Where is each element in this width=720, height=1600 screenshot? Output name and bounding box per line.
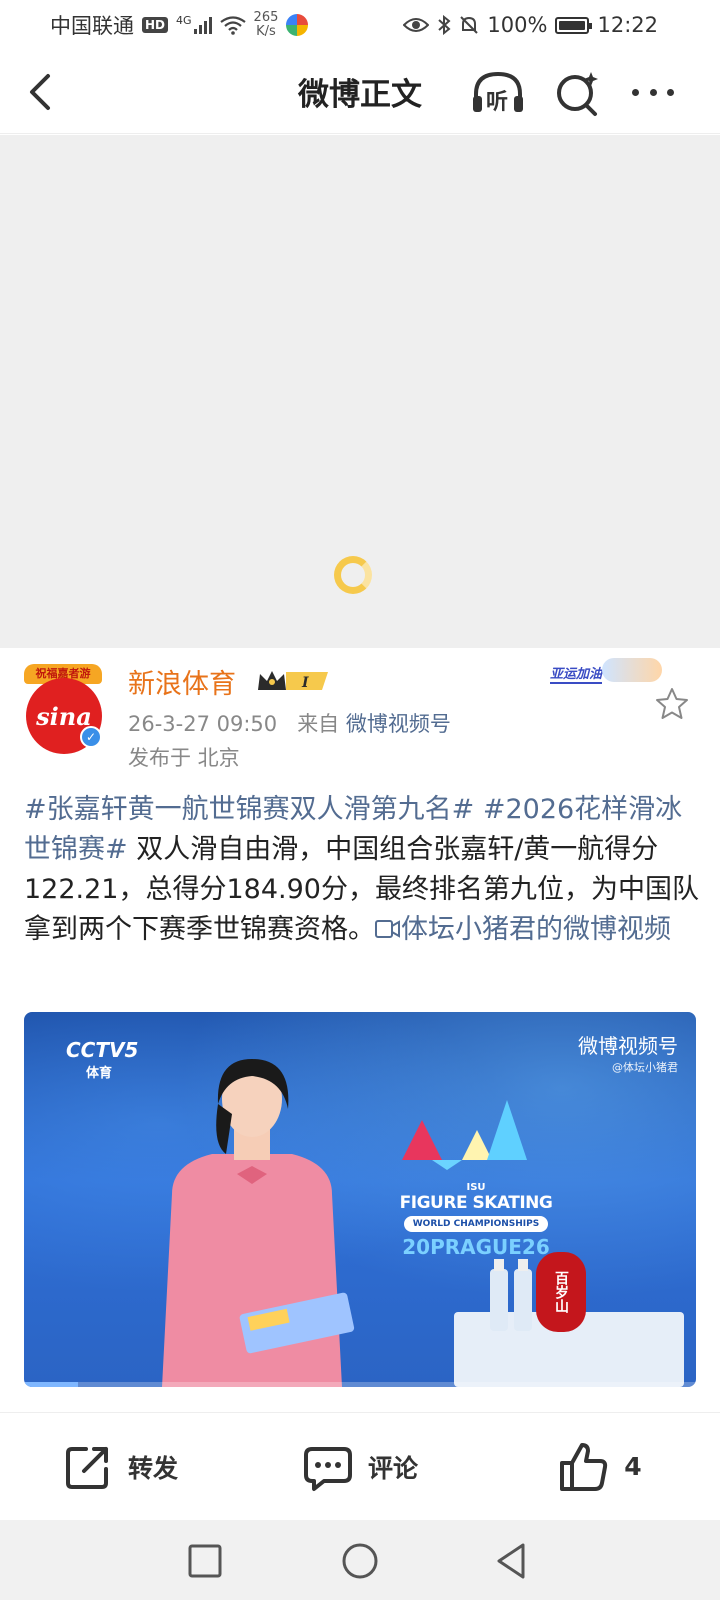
sponsor-logo: 百岁山 xyxy=(536,1252,586,1332)
ai-search-icon[interactable] xyxy=(553,68,601,118)
favorite-star-icon[interactable] xyxy=(654,686,690,722)
more-options-icon[interactable] xyxy=(628,72,678,112)
channel-name: CCTV5 xyxy=(66,1038,139,1062)
network-type: 4G xyxy=(176,14,192,27)
status-left: 中国联通 HD 4G 265 K/s xyxy=(50,10,309,40)
comment-label: 评论 xyxy=(367,1453,418,1483)
recent-apps-icon[interactable] xyxy=(184,1540,226,1582)
topic-link-1[interactable]: #张嘉轩黄一航世锦赛双人滑第九名# xyxy=(24,794,474,825)
video-link[interactable]: 体坛小猪君的微博视频 xyxy=(375,914,671,945)
system-back-icon[interactable] xyxy=(491,1540,533,1582)
badge-decoration xyxy=(602,658,662,682)
comment-button[interactable]: 评论 xyxy=(240,1413,480,1520)
post-meta: 26-3-27 09:50 来自 微博视频号 xyxy=(128,708,451,738)
thumbs-up-icon xyxy=(560,1442,608,1491)
isu-sub: WORLD CHAMPIONSHIPS xyxy=(404,1216,548,1232)
video-progress-bar[interactable] xyxy=(24,1382,696,1387)
signal-icon xyxy=(193,16,212,34)
battery-percent: 100% xyxy=(487,13,548,37)
weibo-video-watermark: 微博视频号 @体坛小猪君 xyxy=(578,1030,678,1075)
post-location: 发布于 北京 xyxy=(128,746,240,770)
watermark-text: 微博视频号 xyxy=(578,1034,678,1058)
cctv5-logo: CCTV5 体育 xyxy=(66,1038,138,1081)
system-nav-bar xyxy=(0,1520,720,1600)
video-camera-icon xyxy=(375,920,400,938)
post-timestamp: 26-3-27 09:50 xyxy=(128,712,278,736)
svg-text:I: I xyxy=(301,675,309,691)
video-progress-fill xyxy=(24,1382,78,1387)
net-speed-value: 265 xyxy=(253,10,279,25)
isu-city: 20PRAGUE26 xyxy=(402,1235,550,1259)
asian-games-badge-text: 亚运加油 xyxy=(550,663,603,684)
isu-title: FIGURE SKATING xyxy=(399,1193,553,1213)
news-anchor-image xyxy=(162,1059,355,1387)
eye-icon xyxy=(403,18,430,32)
share-icon xyxy=(65,1446,108,1489)
video-link-text: 体坛小猪君的微博视频 xyxy=(401,914,671,945)
like-count: 4 xyxy=(624,1452,642,1481)
home-icon[interactable] xyxy=(339,1540,381,1582)
isu-championship-logo: ISU FIGURE SKATING WORLD CHAMPIONSHIPS 2… xyxy=(396,1182,556,1259)
page-title: 微博正文 xyxy=(298,77,422,113)
comment-icon xyxy=(303,1446,352,1491)
carrier-name: 中国联通 xyxy=(50,14,134,38)
vip-crown-icon[interactable]: I xyxy=(256,668,332,694)
net-speed-unit: K/s xyxy=(256,24,276,39)
back-arrow-icon[interactable] xyxy=(22,70,62,114)
watermark-user: @体坛小猪君 xyxy=(612,1061,678,1074)
post-body: #张嘉轩黄一航世锦赛双人滑第九名# #2026花样滑冰世锦赛# 双人滑自由滑，中… xyxy=(24,790,700,950)
bluetooth-icon xyxy=(438,15,451,35)
asian-games-badge: 亚运加油 xyxy=(550,658,662,686)
net-speed: 265 K/s xyxy=(254,11,279,39)
top-nav-bar: 微博正文 听 xyxy=(0,50,720,134)
repost-label: 转发 xyxy=(127,1453,178,1483)
verified-badge-icon: ✓ xyxy=(80,726,102,748)
author-name[interactable]: 新浪体育 xyxy=(128,662,236,701)
source-prefix: 来自 xyxy=(297,712,340,736)
app-notification-icon xyxy=(286,14,309,36)
status-right: 100% 12:22 xyxy=(403,13,658,37)
like-button[interactable]: 4 xyxy=(480,1413,720,1520)
loading-spinner-icon xyxy=(334,556,372,594)
clock: 12:22 xyxy=(597,13,658,37)
post-source[interactable]: 微博视频号 xyxy=(346,712,451,736)
repost-button[interactable]: 转发 xyxy=(0,1413,240,1520)
channel-sub: 体育 xyxy=(86,1066,113,1081)
listen-button[interactable]: 听 xyxy=(470,68,526,118)
status-bar: 中国联通 HD 4G 265 K/s 100% 12:22 xyxy=(0,0,720,50)
listen-label: 听 xyxy=(486,90,509,115)
isu-small: ISU xyxy=(466,1182,486,1193)
post-action-bar: 转发 评论 4 xyxy=(0,1412,720,1520)
video-player[interactable]: CCTV5 体育 微博视频号 @体坛小猪君 ISU FIGURE SKATING W… xyxy=(24,1012,696,1387)
battery-icon xyxy=(555,16,593,34)
hd-badge: HD xyxy=(142,17,169,33)
wifi-icon xyxy=(219,16,246,35)
mute-bell-icon xyxy=(460,16,479,34)
